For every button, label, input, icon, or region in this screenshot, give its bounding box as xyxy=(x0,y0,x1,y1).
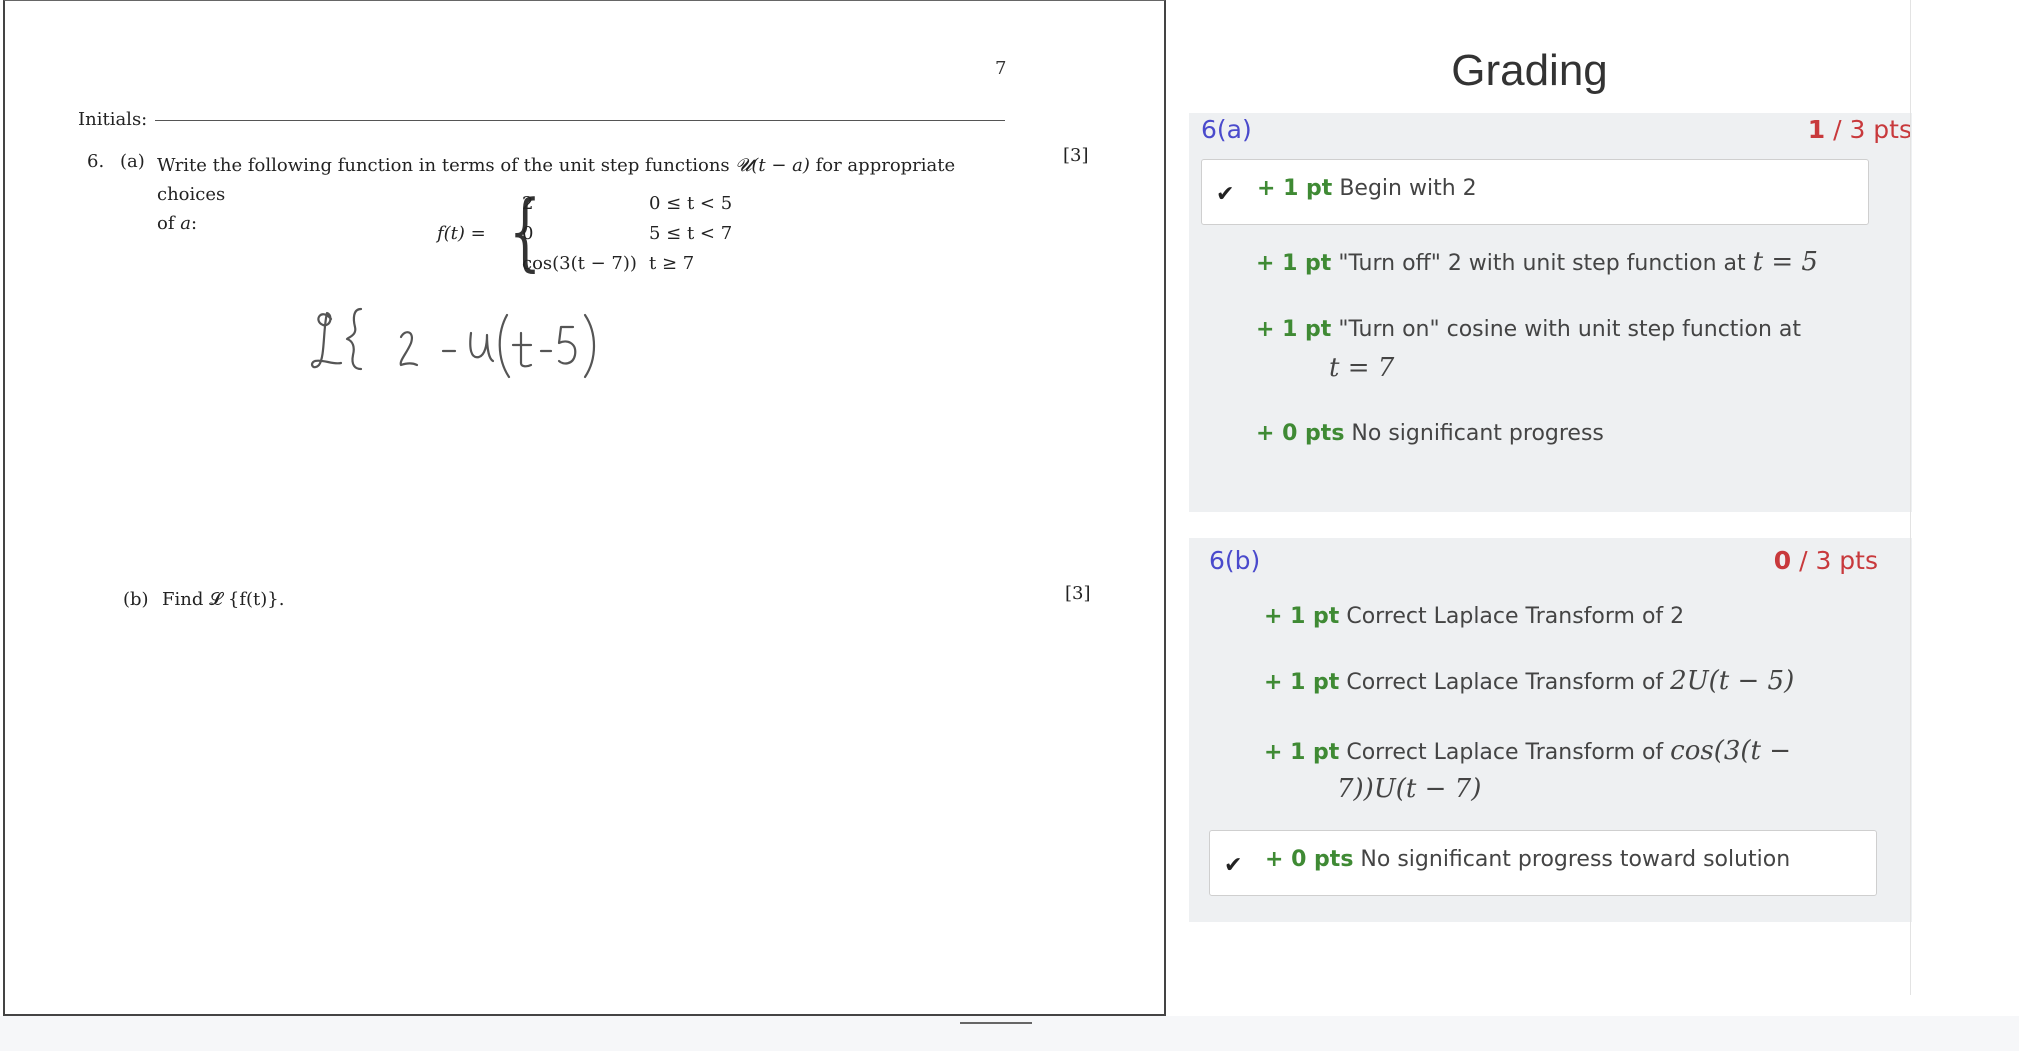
rubric-item[interactable]: + 1 pt Correct Laplace Transform of 2 xyxy=(1209,588,1877,644)
rubric-item[interactable]: + 1 pt Correct Laplace Transform of 2U(t… xyxy=(1209,652,1877,708)
handwritten-answer xyxy=(310,307,595,379)
rubric-text: No significant progress toward solution xyxy=(1360,847,1791,872)
rubric-item-content: + 0 pts No significant progress toward s… xyxy=(1265,841,1790,879)
rubric-points: + 1 pt xyxy=(1264,604,1340,629)
question-score: 0 / 3 pts xyxy=(1774,546,1878,575)
rubric-points: + 1 pt xyxy=(1257,176,1333,201)
rubric-math: t = 5 xyxy=(1752,247,1818,277)
rubric-text: Correct Laplace Transform of 2 xyxy=(1346,604,1685,629)
initials-label: Initials: xyxy=(78,109,148,130)
case-condition: 0 ≤ t < 5 xyxy=(649,193,733,214)
rubric-points: + 1 pt xyxy=(1264,670,1340,695)
part-a-colon: : xyxy=(190,213,198,234)
question-label[interactable]: 6(a) xyxy=(1201,115,1252,144)
exam-page-image: 7 Initials: 6. (a) Write the following f… xyxy=(3,0,1166,1016)
rubric-item-content: + 1 pt Correct Laplace Transform of 2U(t… xyxy=(1264,662,1794,702)
rubric-math: cos(3(t − xyxy=(1670,736,1792,766)
part-b-letter: (b) xyxy=(123,589,149,610)
part-a-letter: (a) xyxy=(120,151,145,172)
function-lhs: f(t) = xyxy=(437,223,486,244)
page-number: 7 xyxy=(995,58,1007,79)
rubric-item-content: + 1 pt Correct Laplace Transform of 2 xyxy=(1264,598,1684,636)
part-a-step-function: 𝓤(t − a) xyxy=(735,155,810,176)
part-a-var: a xyxy=(180,213,191,234)
case-value: cos(3(t − 7)) xyxy=(522,253,637,274)
rubric-item[interactable]: + 1 pt "Turn off" 2 with unit step funct… xyxy=(1201,233,1869,289)
rubric-points: + 1 pt xyxy=(1256,317,1332,342)
rubric-item[interactable]: + 0 pts No significant progress xyxy=(1201,405,1869,461)
score-earned: 1 xyxy=(1807,115,1826,144)
rubric-text: Correct Laplace Transform of xyxy=(1346,670,1664,695)
score-total: / 3 pts xyxy=(1825,115,1912,144)
part-a-text: Write the following function in terms of… xyxy=(157,151,1012,238)
rubric-text: Correct Laplace Transform of xyxy=(1346,740,1664,765)
rubric-points: + 0 pts xyxy=(1256,421,1345,446)
question-section-6a: 6(a) 1 / 3 pts ✔ + 1 pt Begin with 2 + 1… xyxy=(1189,113,1912,512)
rubric-item-content: + 0 pts No significant progress xyxy=(1256,415,1604,453)
grading-panel: Grading 6(a) 1 / 3 pts ✔ + 1 pt Begin wi… xyxy=(1168,0,1912,995)
rubric-item-selected[interactable]: ✔ + 1 pt Begin with 2 xyxy=(1201,159,1869,225)
rubric-points: + 1 pt xyxy=(1256,251,1332,276)
question-number: 6. xyxy=(87,151,105,172)
rubric-text: "Turn off" 2 with unit step function at xyxy=(1338,251,1746,276)
panel-divider xyxy=(1910,0,1911,995)
rubric-text: No significant progress xyxy=(1351,421,1604,446)
case-value: 2 xyxy=(522,193,534,214)
part-b-text: Find 𝓛 {f(t)}. xyxy=(162,589,285,610)
rubric-text: "Turn on" cosine with unit step function… xyxy=(1338,317,1802,342)
rubric-item-content: + 1 pt "Turn off" 2 with unit step funct… xyxy=(1256,243,1818,283)
part-a-text-line2: of xyxy=(157,213,175,234)
rubric-item[interactable]: + 1 pt Correct Laplace Transform of cos(… xyxy=(1209,722,1877,818)
rubric-text: Begin with 2 xyxy=(1339,176,1477,201)
grading-title: Grading xyxy=(1451,46,1608,95)
part-a-text-line1: Write the following function in terms of… xyxy=(157,155,730,176)
checkmark-icon: ✔ xyxy=(1224,853,1243,878)
rubric-points: + 1 pt xyxy=(1264,740,1340,765)
rubric-item-selected[interactable]: ✔ + 0 pts No significant progress toward… xyxy=(1209,830,1877,896)
case-condition: 5 ≤ t < 7 xyxy=(649,223,733,244)
rubric-math: t = 7 xyxy=(1329,353,1395,383)
rubric-item-content: + 1 pt Begin with 2 xyxy=(1257,170,1477,208)
rubric-math-continued: 7))U(t − 7) xyxy=(1337,774,1482,804)
part-a-marks: [3] xyxy=(1063,145,1089,166)
case-value: 0 xyxy=(522,223,534,244)
part-b-marks: [3] xyxy=(1065,583,1091,604)
rubric-points: + 0 pts xyxy=(1265,847,1354,872)
rubric-item-content: + 1 pt Correct Laplace Transform of cos(… xyxy=(1264,732,1791,772)
rubric-item[interactable]: + 1 pt "Turn on" cosine with unit step f… xyxy=(1201,301,1869,401)
score-earned: 0 xyxy=(1773,546,1792,575)
initials-line xyxy=(155,120,1005,121)
question-score: 1 / 3 pts xyxy=(1808,115,1912,144)
question-section-6b: 6(b) 0 / 3 pts + 1 pt Correct Laplace Tr… xyxy=(1189,538,1912,922)
rubric-math: 2U(t − 5) xyxy=(1670,666,1795,696)
page-scroll-indicator[interactable] xyxy=(960,1022,1032,1024)
checkmark-icon: ✔ xyxy=(1216,182,1235,207)
score-total: / 3 pts xyxy=(1791,546,1878,575)
question-label[interactable]: 6(b) xyxy=(1209,546,1260,575)
case-condition: t ≥ 7 xyxy=(649,253,695,274)
rubric-item-content: + 1 pt "Turn on" cosine with unit step f… xyxy=(1256,311,1801,349)
